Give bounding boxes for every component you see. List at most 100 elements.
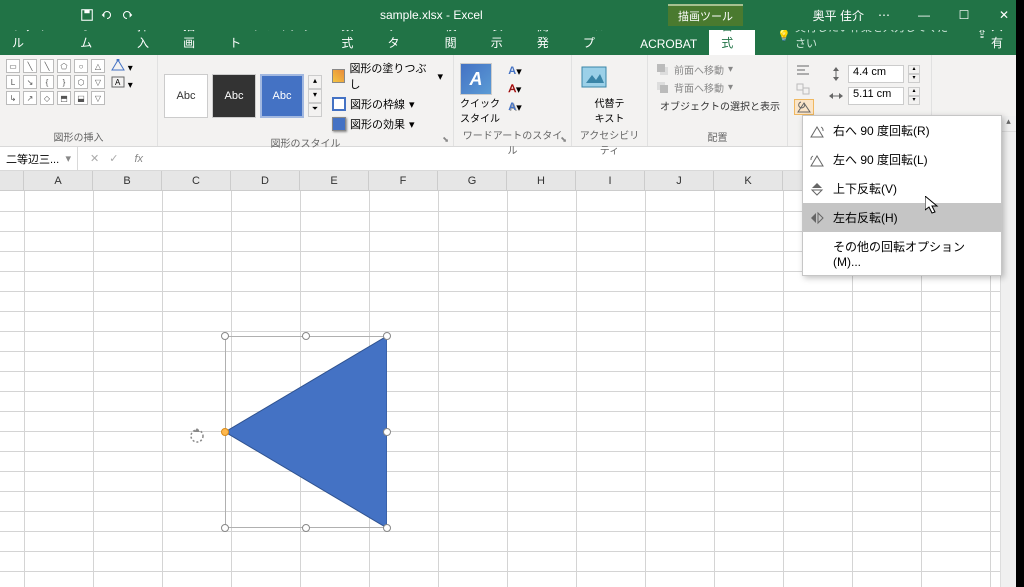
svg-text:A: A <box>115 78 121 87</box>
shape-effects-button[interactable]: 図形の効果 ▾ <box>328 115 447 133</box>
col-header[interactable]: H <box>507 171 576 190</box>
ribbon-options-icon[interactable]: ⋯ <box>864 0 904 30</box>
send-backward-label: 背面へ移動 <box>674 80 724 95</box>
menu-rotate-left-90[interactable]: 左へ 90 度回転(L) <box>803 145 1001 174</box>
group-label: 配置 <box>654 127 781 144</box>
style-preset-3[interactable]: Abc <box>260 74 304 118</box>
group-icon <box>795 82 813 96</box>
menu-label: 左右反転(H) <box>833 209 898 226</box>
col-header[interactable]: C <box>162 171 231 190</box>
style-preset-2[interactable]: Abc <box>212 74 256 118</box>
shape-style-gallery[interactable]: Abc Abc Abc ▴▾⏷ <box>164 59 322 133</box>
menu-label: 上下反転(V) <box>833 180 897 197</box>
send-backward-icon <box>656 81 670 95</box>
resize-handle-ne[interactable] <box>383 332 391 340</box>
selection-pane-button[interactable]: オブジェクトの選択と表示 <box>654 97 781 114</box>
resize-handle-sw[interactable] <box>221 524 229 532</box>
group-button <box>794 81 814 97</box>
save-icon[interactable] <box>80 8 94 22</box>
rotate-icon <box>795 100 813 114</box>
select-all-corner[interactable] <box>0 171 24 190</box>
text-box-button[interactable]: A ▾ <box>111 76 133 91</box>
redo-icon[interactable] <box>120 8 134 22</box>
menu-more-rotation-options[interactable]: その他の回転オプション(M)... <box>803 232 1001 275</box>
width-value[interactable]: 5.11 cm <box>848 87 904 105</box>
alt-text-icon <box>578 63 610 95</box>
col-header[interactable]: I <box>576 171 645 190</box>
group-shape-styles: Abc Abc Abc ▴▾⏷ 図形の塗りつぶし ▾ 図形の枠線 ▾ 図形の効果… <box>158 55 454 146</box>
shape-fill-button[interactable]: 図形の塗りつぶし ▾ <box>328 59 447 93</box>
vertical-scrollbar[interactable]: ▴ <box>1000 116 1016 587</box>
col-header[interactable]: A <box>24 171 93 190</box>
height-spinner[interactable]: ▴▾ <box>908 65 920 83</box>
resize-handle-e[interactable] <box>383 428 391 436</box>
menu-flip-vertical[interactable]: 上下反転(V) <box>803 174 1001 203</box>
dialog-launcher-icon[interactable]: ⬊ <box>560 135 567 144</box>
rotate-right-icon <box>809 123 825 139</box>
flip-horizontal-icon <box>809 210 825 226</box>
text-effects-button[interactable]: A▾ <box>506 99 524 115</box>
style-gallery-scroll[interactable]: ▴▾⏷ <box>308 75 322 117</box>
maximize-icon[interactable]: ☐ <box>944 0 984 30</box>
alt-text-label: 代替テ キスト <box>578 95 641 125</box>
col-header[interactable]: G <box>438 171 507 190</box>
selected-shape[interactable] <box>225 336 387 528</box>
text-fill-button[interactable]: A▾ <box>506 63 524 79</box>
contextual-tab-label: 描画ツール <box>668 4 743 26</box>
menu-flip-horizontal[interactable]: 左右反転(H) <box>803 203 1001 232</box>
resize-handle-se[interactable] <box>383 524 391 532</box>
lightbulb-icon: 💡 <box>777 29 791 42</box>
scroll-up-icon[interactable]: ▴ <box>1001 116 1016 132</box>
rotate-left-icon <box>809 152 825 168</box>
fill-label: 図形の塗りつぶし <box>349 60 433 92</box>
width-spinner[interactable]: ▴▾ <box>908 87 920 105</box>
align-icon <box>795 64 813 78</box>
user-name[interactable]: 奥平 佳介 <box>813 7 864 24</box>
window-controls: ⋯ — ☐ ✕ <box>864 0 1024 30</box>
effects-icon <box>332 117 346 131</box>
dialog-launcher-icon[interactable]: ⬊ <box>442 135 449 144</box>
col-header[interactable]: D <box>231 171 300 190</box>
selection-pane-label: オブジェクトの選択と表示 <box>660 98 780 113</box>
rotate-button[interactable] <box>794 99 814 115</box>
col-header[interactable]: B <box>93 171 162 190</box>
quick-styles-button[interactable]: A クイック スタイル <box>460 63 500 125</box>
minimize-icon[interactable]: — <box>904 0 944 30</box>
align-button[interactable] <box>794 63 814 79</box>
text-outline-button[interactable]: A▾ <box>506 81 524 97</box>
triangle-shape[interactable] <box>225 336 387 528</box>
shape-outline-button[interactable]: 図形の枠線 ▾ <box>328 95 447 113</box>
resize-handle-nw[interactable] <box>221 332 229 340</box>
col-header[interactable]: E <box>300 171 369 190</box>
window-title: sample.xlsx - Excel <box>380 8 483 22</box>
ribbon-tabs: ファイル ホーム 挿入 描画 ページレイアウト 数式 データ 校閲 表示 開発 … <box>0 30 1024 55</box>
edit-shape-button[interactable]: ▾ <box>111 59 133 74</box>
width-field[interactable]: 5.11 cm ▴▾ <box>828 87 925 105</box>
fx-icon[interactable]: fx <box>130 153 147 165</box>
adjust-handle[interactable] <box>221 428 229 436</box>
title-bar: sample.xlsx - Excel 描画ツール 奥平 佳介 ⋯ — ☐ ✕ <box>0 0 1024 30</box>
menu-rotate-right-90[interactable]: 右へ 90 度回転(R) <box>803 116 1001 145</box>
group-accessibility: 代替テ キスト アクセシビリティ <box>572 55 648 146</box>
shape-gallery[interactable]: ▭╲╲⬠○△ L↘{}⬡▽ ↳↗◇⬒⬓▽ <box>6 59 105 105</box>
height-field[interactable]: 4.4 cm ▴▾ <box>828 65 925 83</box>
col-header[interactable]: F <box>369 171 438 190</box>
alt-text-button[interactable]: 代替テ キスト <box>578 59 641 125</box>
tab-acrobat[interactable]: ACROBAT <box>628 33 709 55</box>
col-header[interactable]: J <box>645 171 714 190</box>
flip-vertical-icon <box>809 181 825 197</box>
menu-label: その他の回転オプション(M)... <box>833 238 991 269</box>
style-preset-1[interactable]: Abc <box>164 74 208 118</box>
undo-icon[interactable] <box>100 8 114 22</box>
enter-formula-icon[interactable]: ✓ <box>109 152 118 165</box>
resize-handle-n[interactable] <box>302 332 310 340</box>
menu-label: 左へ 90 度回転(L) <box>833 151 928 168</box>
cancel-formula-icon[interactable]: ✕ <box>90 152 99 165</box>
height-value[interactable]: 4.4 cm <box>848 65 904 83</box>
name-box[interactable]: 二等辺三... ▾ <box>0 147 78 170</box>
group-label: 図形の挿入 <box>6 127 151 144</box>
rotate-handle[interactable] <box>189 428 205 444</box>
resize-handle-s[interactable] <box>302 524 310 532</box>
col-header[interactable]: K <box>714 171 783 190</box>
rotate-dropdown-menu: 右へ 90 度回転(R) 左へ 90 度回転(L) 上下反転(V) 左右反転(H… <box>802 115 1002 276</box>
